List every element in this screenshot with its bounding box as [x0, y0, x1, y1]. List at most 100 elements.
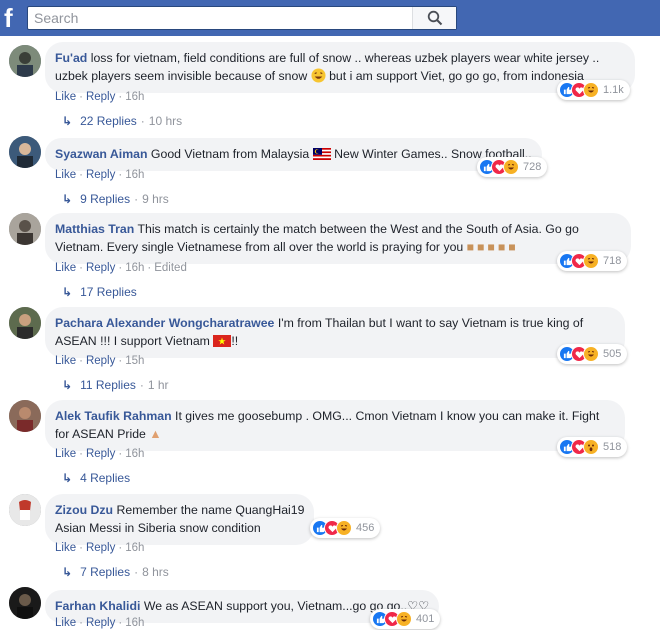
- reply-button[interactable]: Reply: [86, 355, 115, 367]
- reaction-count: 505: [603, 348, 622, 360]
- comment-text-line2: uzbek players seem invisible because of …: [55, 69, 308, 83]
- search-box[interactable]: [27, 6, 457, 30]
- avatar[interactable]: [9, 494, 41, 526]
- replies-link[interactable]: ↳ 7 Replies · 8 hrs: [62, 565, 169, 579]
- reaction-summary[interactable]: 505: [557, 344, 628, 364]
- avatar[interactable]: [9, 45, 41, 77]
- reaction-count: 728: [523, 161, 542, 173]
- reply-arrow-icon: ↳: [62, 192, 73, 206]
- search-button[interactable]: [412, 7, 456, 29]
- reaction-summary[interactable]: 718: [557, 251, 628, 271]
- reply-button[interactable]: Reply: [86, 448, 115, 460]
- comment-bubble: Fu'ad loss for vietnam, field conditions…: [45, 42, 635, 93]
- reply-button[interactable]: Reply: [86, 262, 115, 274]
- reaction-count: 401: [416, 613, 435, 625]
- comment-bubble: Zizou Dzu Remember the name QuangHai19 A…: [45, 494, 315, 545]
- comment-actions: Like · Reply · 16h · Edited: [55, 262, 187, 274]
- avatar[interactable]: [9, 400, 41, 432]
- comment-actions: Like · Reply · 16h: [55, 617, 145, 629]
- reaction-summary[interactable]: 401: [370, 609, 441, 629]
- comment-time[interactable]: 16h: [125, 542, 144, 554]
- author-name[interactable]: Alek Taufik Rahman: [55, 409, 172, 423]
- author-name[interactable]: Matthias Tran: [55, 222, 134, 236]
- replies-count[interactable]: 9 Replies: [80, 192, 130, 206]
- comment-text: This match is certainly the match betwee…: [137, 222, 579, 236]
- comment-text-line2: ASEAN !!! I support Vietnam: [55, 334, 210, 348]
- author-name[interactable]: Farhan Khalidi: [55, 599, 140, 613]
- replies-count[interactable]: 22 Replies: [80, 114, 137, 128]
- comment-text-line2: Asian Messi in Siberia snow condition: [55, 521, 261, 535]
- reaction-count: 518: [603, 441, 622, 453]
- reply-button[interactable]: Reply: [86, 617, 115, 629]
- author-name[interactable]: Fu'ad: [55, 51, 87, 65]
- comment-text-line3: !!: [231, 334, 239, 348]
- author-name[interactable]: Zizou Dzu: [55, 503, 113, 517]
- reaction-count: 456: [356, 522, 375, 534]
- replies-count[interactable]: 11 Replies: [80, 378, 136, 392]
- comment-time[interactable]: 16h: [125, 448, 144, 460]
- reply-button[interactable]: Reply: [86, 542, 115, 554]
- comment-time[interactable]: 16h: [125, 91, 144, 103]
- comment-text: I'm from Thailan but I want to say Vietn…: [277, 316, 584, 330]
- comment-bubble: Syazwan Aiman Good Vietnam from Malaysia…: [45, 138, 542, 171]
- comment-actions: Like · Reply · 16h: [55, 448, 145, 460]
- replies-link[interactable]: ↳ 11 Replies · 1 hr: [62, 378, 169, 392]
- comment-bubble: Alek Taufik Rahman It gives me goosebump…: [45, 400, 625, 451]
- comment-actions: Like · Reply · 15h: [55, 355, 145, 367]
- reaction-summary[interactable]: 728: [477, 157, 548, 177]
- replies-time: 9 hrs: [142, 192, 169, 206]
- like-button[interactable]: Like: [55, 355, 76, 367]
- haha-icon: [503, 159, 519, 175]
- like-button[interactable]: Like: [55, 91, 76, 103]
- replies-count[interactable]: 17 Replies: [80, 285, 137, 299]
- avatar[interactable]: [9, 307, 41, 339]
- flexed-biceps-emoji-icon: ▲: [149, 427, 162, 441]
- avatar[interactable]: [9, 587, 41, 619]
- like-button[interactable]: Like: [55, 448, 76, 460]
- comment-time[interactable]: 16h: [125, 169, 144, 181]
- like-button[interactable]: Like: [55, 542, 76, 554]
- avatar[interactable]: [9, 136, 41, 168]
- comment-bubble: Pachara Alexander Wongcharatrawee I'm fr…: [45, 307, 625, 358]
- replies-count[interactable]: 4 Replies: [80, 471, 130, 485]
- reply-button[interactable]: Reply: [86, 169, 115, 181]
- reaction-summary[interactable]: 1.1k: [557, 80, 630, 100]
- comment-time[interactable]: 15h: [125, 355, 144, 367]
- top-bar: f: [0, 0, 660, 36]
- author-name[interactable]: Pachara Alexander Wongcharatrawee: [55, 316, 274, 330]
- facebook-logo-icon[interactable]: f: [4, 5, 24, 31]
- haha-icon: [336, 520, 352, 536]
- replies-link[interactable]: ↳ 22 Replies · 10 hrs: [62, 114, 182, 128]
- edited-label[interactable]: Edited: [154, 262, 187, 274]
- replies-count[interactable]: 7 Replies: [80, 565, 130, 579]
- reply-button[interactable]: Reply: [86, 91, 115, 103]
- search-input[interactable]: [28, 7, 408, 29]
- reaction-summary[interactable]: 456: [310, 518, 381, 538]
- like-button[interactable]: Like: [55, 262, 76, 274]
- like-button[interactable]: Like: [55, 617, 76, 629]
- replies-link[interactable]: ↳ 17 Replies: [62, 285, 137, 299]
- like-button[interactable]: Like: [55, 169, 76, 181]
- reply-arrow-icon: ↳: [62, 378, 73, 392]
- comment-bubble: Matthias Tran This match is certainly th…: [45, 213, 631, 264]
- comment-time[interactable]: 16h: [125, 262, 144, 274]
- reaction-summary[interactable]: 518: [557, 437, 628, 457]
- replies-link[interactable]: ↳ 4 Replies: [62, 471, 130, 485]
- comment-actions: Like · Reply · 16h: [55, 91, 145, 103]
- haha-icon: [396, 611, 412, 627]
- reply-arrow-icon: ↳: [62, 285, 73, 299]
- comment-text-line2: for ASEAN Pride: [55, 427, 146, 441]
- comment-text: Remember the name QuangHai19: [116, 503, 305, 517]
- comment-text: It gives me goosebump . OMG... Cmon Viet…: [175, 409, 600, 423]
- laughing-emoji-icon: [311, 68, 326, 83]
- replies-link[interactable]: ↳ 9 Replies · 9 hrs: [62, 192, 169, 206]
- vietnam-flag-icon: [213, 335, 232, 347]
- comment-text-line3: but i am support Viet, go go go, from in…: [329, 69, 584, 83]
- search-icon: [427, 10, 443, 26]
- comment-time[interactable]: 16h: [125, 617, 144, 629]
- haha-icon: [583, 346, 599, 362]
- comment-text: loss for vietnam, field conditions are f…: [90, 51, 600, 65]
- avatar[interactable]: [9, 213, 41, 245]
- malaysia-flag-icon: [312, 148, 331, 160]
- author-name[interactable]: Syazwan Aiman: [55, 147, 148, 161]
